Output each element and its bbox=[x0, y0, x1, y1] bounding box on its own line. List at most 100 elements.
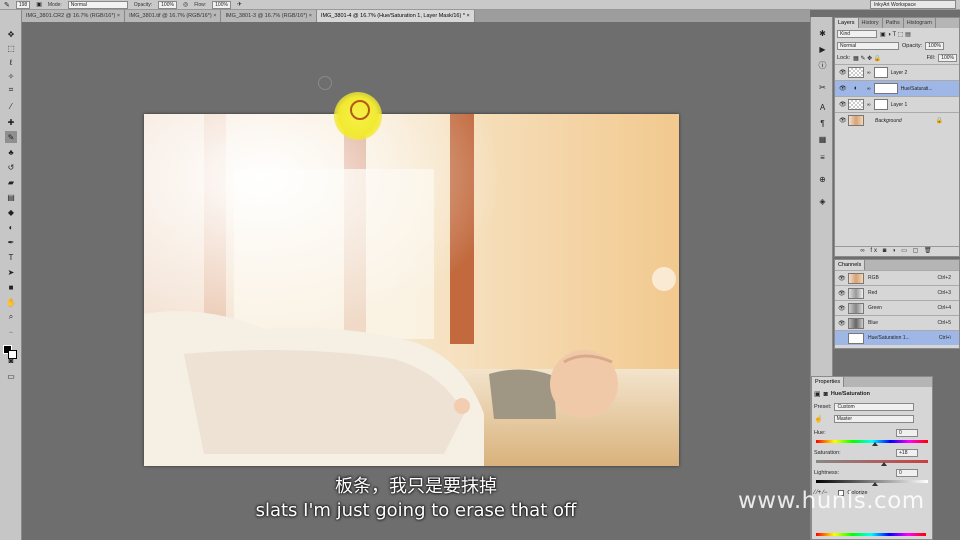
lightness-slider-knob[interactable] bbox=[872, 482, 878, 486]
mode-select[interactable]: Normal bbox=[67, 0, 128, 9]
notes-panel-icon[interactable]: ▦ bbox=[816, 133, 829, 145]
tab-document-2[interactable]: IMG_3801.tif @ 16.7% (RGB/16*) × bbox=[125, 10, 222, 22]
brush-size-field[interactable]: 198 bbox=[15, 0, 31, 9]
brush-tool-icon[interactable]: ✎ bbox=[4, 1, 10, 9]
marquee-tool-icon[interactable]: ⬚ bbox=[5, 42, 17, 54]
lock-label: Lock: bbox=[837, 55, 851, 61]
visibility-eye-icon[interactable]: 👁 bbox=[839, 69, 847, 76]
kind-filter-select[interactable]: Kind bbox=[837, 30, 877, 38]
eyedropper-tool-icon[interactable]: ⁄ bbox=[5, 100, 17, 112]
tab-histogram[interactable]: Histogram bbox=[904, 18, 936, 28]
brush-presets-icon[interactable]: ≡ bbox=[816, 151, 829, 163]
channel-row-selected[interactable]: Hue/Saturation 1... Ctrl+\ bbox=[835, 330, 959, 345]
navigator-panel-icon[interactable]: ✱ bbox=[816, 27, 829, 39]
pen-tool-icon[interactable]: ✒ bbox=[5, 236, 17, 248]
tab-document-4[interactable]: IMG_3801-4 @ 16.7% (Hue/Saturation 1, La… bbox=[316, 10, 475, 22]
hue-slider-knob[interactable] bbox=[872, 442, 878, 446]
lightness-field[interactable]: 0 bbox=[896, 469, 918, 477]
move-tool-icon[interactable]: ✥ bbox=[5, 28, 17, 40]
tab-document-1[interactable]: IMG_3801.CR2 @ 16.7% (RGB/16*) × bbox=[22, 10, 126, 22]
tab-document-3[interactable]: IMG_3801-3 @ 16.7% (RGB/16*) × bbox=[221, 10, 317, 22]
tab-channels[interactable]: Channels bbox=[835, 260, 866, 270]
visibility-eye-icon[interactable]: 👁 bbox=[839, 85, 847, 92]
quick-mask-icon[interactable]: ◙ bbox=[5, 354, 17, 366]
brush-panel-icon[interactable]: ▣ bbox=[36, 1, 42, 8]
hand-tool-icon[interactable]: ✋ bbox=[5, 296, 17, 308]
blend-mode-select[interactable]: Normal bbox=[837, 42, 899, 50]
history-brush-tool-icon[interactable]: ↺ bbox=[5, 161, 17, 173]
visibility-eye-icon[interactable]: 👁 bbox=[838, 320, 846, 327]
opacity-label: Opacity: bbox=[902, 43, 923, 49]
layers-footer-icons[interactable]: ∞ fx ◙ ◑ ▭ ▢ 🗑 bbox=[835, 246, 959, 256]
gradient-tool-icon[interactable]: ▤ bbox=[5, 191, 17, 203]
brush-tool-icon[interactable]: ✎ bbox=[5, 131, 17, 143]
layer-row[interactable]: 👁 Background 🔒 bbox=[835, 112, 959, 128]
swap-colors-icon[interactable]: ↔ bbox=[5, 326, 17, 338]
layer-filter-row: Kind ▣ ◑ T ⬚ ▤ bbox=[835, 28, 959, 40]
channel-row[interactable]: 👁 RGB Ctrl+2 bbox=[835, 270, 959, 285]
tab-layers[interactable]: Layers bbox=[835, 18, 859, 28]
saturation-field[interactable]: +18 bbox=[896, 449, 918, 457]
workspace-switcher[interactable]: InkyArt Workspace bbox=[870, 0, 956, 9]
pressure-opacity-icon[interactable]: ◎ bbox=[183, 1, 188, 8]
airbrush-icon[interactable]: ✈ bbox=[237, 1, 242, 8]
fill-field[interactable]: 100% bbox=[938, 54, 957, 62]
dodge-tool-icon[interactable]: ◐ bbox=[5, 221, 17, 233]
flow-field[interactable]: 100% bbox=[212, 0, 231, 9]
zoom-tool-icon[interactable]: ⌕ bbox=[5, 311, 17, 323]
shape-tool-icon[interactable]: ■ bbox=[5, 281, 17, 293]
lightness-row: Lightness: 0 bbox=[812, 467, 932, 479]
paragraph-panel-icon[interactable]: ¶ bbox=[816, 117, 829, 129]
channel-row[interactable]: 👁 Blue Ctrl+5 bbox=[835, 315, 959, 330]
healing-tool-icon[interactable]: ✚ bbox=[5, 116, 17, 128]
actions-panel-icon[interactable]: ▶ bbox=[816, 43, 829, 55]
tab-paths[interactable]: Paths bbox=[883, 18, 904, 28]
screen-mode-icon[interactable]: ▭ bbox=[5, 370, 17, 382]
baby-photo[interactable] bbox=[144, 114, 679, 466]
styles-panel-icon[interactable]: ◈ bbox=[816, 195, 829, 207]
document-canvas[interactable]: 板条，我只是要抹掉 slats I'm just going to erase … bbox=[22, 22, 810, 540]
visibility-eye-icon[interactable]: 👁 bbox=[839, 117, 847, 124]
layer-row-selected[interactable]: 👁 ◐ ∞ Hue/Saturati... bbox=[835, 80, 959, 96]
layer-mask-thumbnail[interactable] bbox=[873, 83, 898, 94]
channel-row[interactable]: 👁 Red Ctrl+3 bbox=[835, 285, 959, 300]
layer-mask-thumbnail[interactable] bbox=[873, 67, 888, 78]
blur-tool-icon[interactable]: ◆ bbox=[5, 206, 17, 218]
preset-select[interactable]: Custom bbox=[834, 403, 915, 411]
clone-stamp-tool-icon[interactable]: ♣ bbox=[5, 146, 17, 158]
type-tool-icon[interactable]: T bbox=[5, 251, 17, 263]
tab-properties[interactable]: Properties bbox=[812, 377, 845, 387]
eraser-tool-icon[interactable]: ▰ bbox=[5, 176, 17, 188]
crop-tool-icon[interactable]: ⌗ bbox=[5, 84, 17, 96]
info-panel-icon[interactable]: ⓘ bbox=[816, 59, 829, 71]
quick-select-tool-icon[interactable]: ✧ bbox=[5, 70, 17, 82]
tool-presets-icon[interactable]: ✂ bbox=[816, 81, 829, 93]
channel-row[interactable]: 👁 Green Ctrl+4 bbox=[835, 300, 959, 315]
visibility-eye-icon[interactable]: 👁 bbox=[838, 290, 846, 297]
layer-mask-thumbnail[interactable] bbox=[873, 99, 888, 110]
channel-select[interactable]: Master bbox=[833, 415, 914, 423]
lightness-slider[interactable] bbox=[816, 480, 928, 486]
layer-row[interactable]: 👁 ∞ Layer 2 bbox=[835, 64, 959, 80]
filter-icons[interactable]: ▣ ◑ T ⬚ ▤ bbox=[880, 31, 911, 38]
visibility-eye-icon[interactable]: 👁 bbox=[838, 275, 846, 282]
clone-source-icon[interactable]: ⊕ bbox=[816, 173, 829, 185]
mask-icon[interactable]: ◙ bbox=[824, 391, 828, 398]
tab-history[interactable]: History bbox=[859, 18, 883, 28]
hue-label: Hue: bbox=[814, 430, 826, 436]
path-select-tool-icon[interactable]: ➤ bbox=[5, 266, 17, 278]
color-range-bar bbox=[816, 533, 926, 536]
hue-field[interactable]: 0 bbox=[896, 429, 918, 437]
saturation-slider-knob[interactable] bbox=[880, 462, 887, 466]
targeted-adjust-icon[interactable]: ☝ bbox=[814, 415, 823, 423]
character-panel-icon[interactable]: A bbox=[816, 101, 829, 113]
hue-slider[interactable] bbox=[816, 440, 928, 446]
visibility-eye-icon[interactable]: 👁 bbox=[838, 305, 846, 312]
lasso-tool-icon[interactable]: ℓ bbox=[5, 56, 17, 68]
layer-opacity-field[interactable]: 100% bbox=[925, 42, 944, 50]
lock-icons[interactable]: ▦ ✎ ✥ 🔒 bbox=[853, 55, 881, 62]
opacity-field[interactable]: 100% bbox=[158, 0, 177, 9]
visibility-eye-icon[interactable]: 👁 bbox=[839, 101, 847, 108]
saturation-slider[interactable] bbox=[816, 460, 928, 466]
layer-row[interactable]: 👁 ∞ Layer 1 bbox=[835, 96, 959, 112]
